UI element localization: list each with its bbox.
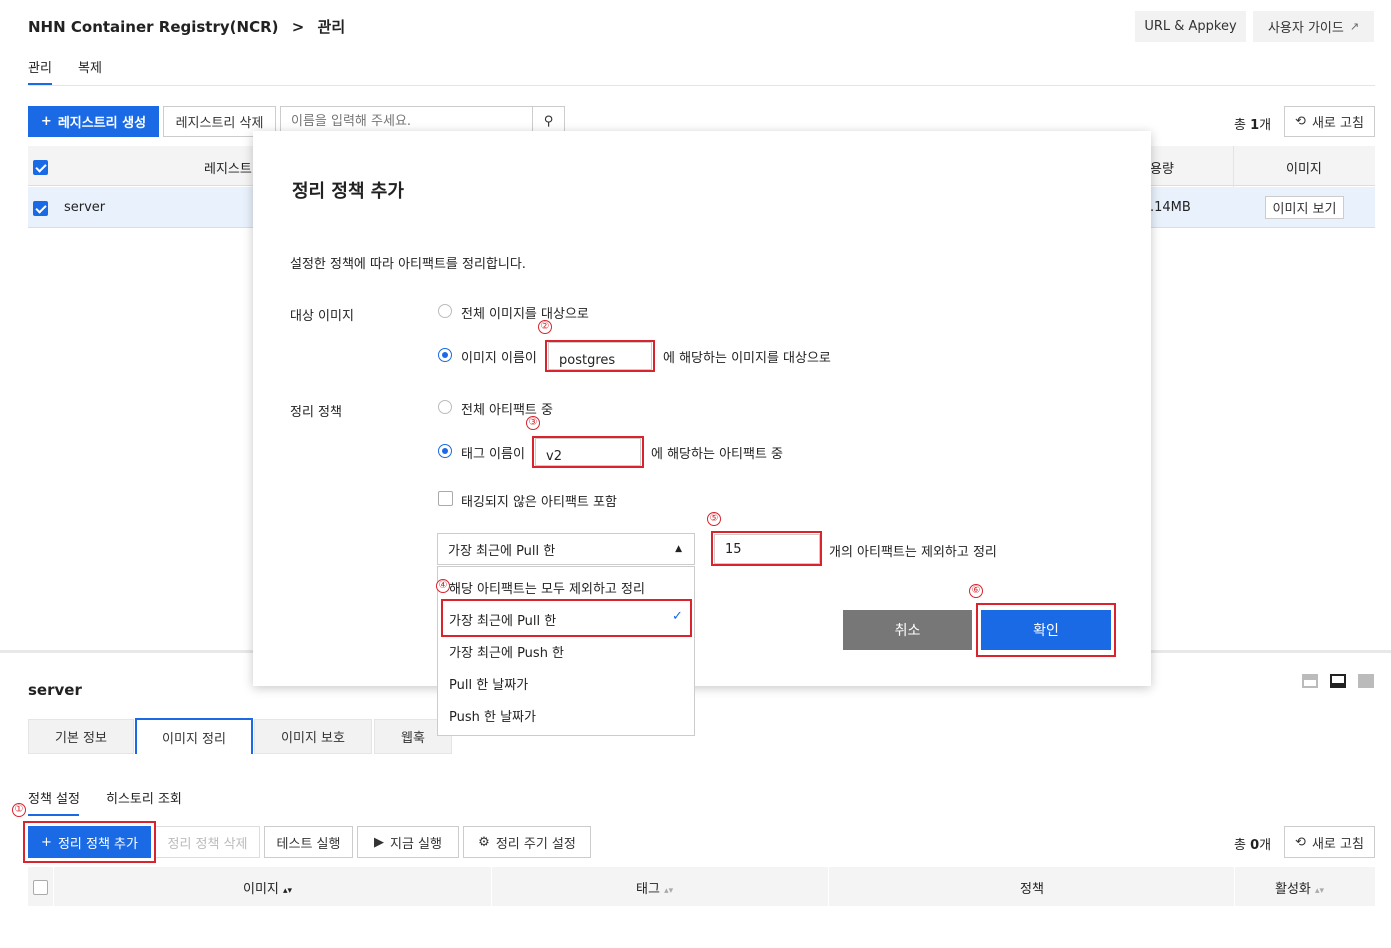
modal-description: 설정한 정책에 따라 아티팩트를 정리합니다. [290, 257, 526, 272]
target-all-label: 전체 이미지를 대상으로 [461, 307, 589, 322]
refresh-icon: ⟲ [1295, 834, 1306, 850]
url-appkey-button[interactable]: URL & Appkey [1135, 11, 1246, 42]
retention-select[interactable]: 가장 최근에 Pull 한 ▲ [437, 533, 695, 565]
annotation-3: ③ [526, 416, 540, 430]
tab-image-protect[interactable]: 이미지 보호 [254, 719, 372, 754]
delete-policy-button[interactable]: 정리 정책 삭제 [155, 826, 260, 858]
policy-all-label: 전체 아티팩트 중 [461, 403, 553, 418]
caret-up-icon: ▲ [675, 544, 682, 554]
layout-bottom-icon[interactable] [1302, 674, 1318, 688]
annotation-box-2 [545, 340, 655, 372]
create-registry-button[interactable]: + 레지스트리 생성 [28, 106, 159, 137]
retention-count-suffix: 개의 아티팩트는 제외하고 정리 [829, 545, 997, 560]
annotation-2: ② [538, 320, 552, 334]
row-checkbox[interactable] [33, 201, 48, 216]
external-link-icon: ↗ [1349, 20, 1360, 33]
dropdown-option[interactable]: 해당 아티팩트는 모두 제외하고 정리 [449, 578, 645, 597]
sort-icon: ▴▾ [1315, 886, 1325, 896]
annotation-box-1 [23, 821, 156, 863]
run-now-button[interactable]: ▶ 지금 실행 [357, 826, 459, 858]
select-all-checkbox[interactable] [33, 160, 48, 175]
sort-icon: ▴▾ [664, 886, 674, 896]
untagged-label: 태깅되지 않은 아티팩트 포함 [461, 495, 617, 510]
col-divider [828, 867, 829, 906]
col-divider [53, 867, 54, 906]
untagged-checkbox[interactable] [438, 491, 453, 506]
target-name-radio[interactable] [438, 348, 452, 362]
subtab-policy[interactable]: 정책 설정 [28, 788, 80, 807]
tab-image-cleanup[interactable]: 이미지 정리 [135, 718, 253, 754]
subtab-history[interactable]: 히스토리 조회 [106, 788, 182, 807]
breadcrumb-current: 관리 [317, 18, 346, 36]
tab-basic-info[interactable]: 기본 정보 [28, 719, 134, 754]
policy-tag-label: 태그 이름이 [461, 447, 525, 462]
target-name-label: 이미지 이름이 [461, 351, 537, 366]
row-size: .14MB [1150, 200, 1191, 215]
annotation-1: ① [12, 803, 26, 817]
annotation-box-5 [711, 531, 822, 566]
policy-select-all-checkbox[interactable] [33, 880, 48, 895]
test-run-button[interactable]: 테스트 실행 [264, 826, 353, 858]
tab-replicate[interactable]: 복제 [78, 57, 102, 76]
policy-all-radio[interactable] [438, 400, 452, 414]
policy-tag-radio[interactable] [438, 444, 452, 458]
view-images-button[interactable]: 이미지 보기 [1265, 196, 1344, 219]
annotation-box-4 [441, 599, 692, 637]
registry-total: 총 1개 [1234, 118, 1272, 133]
col-divider [1234, 867, 1235, 906]
header-policy-active[interactable]: 활성화 ▴▾ [1275, 878, 1324, 897]
refresh-button[interactable]: ⟲ 새로 고침 [1284, 106, 1375, 137]
row-registry-name: server [64, 200, 106, 215]
layout-half-icon[interactable] [1330, 674, 1346, 688]
col-divider [491, 867, 492, 906]
policy-label: 정리 정책 [290, 405, 342, 420]
gear-icon: ⚙ [478, 834, 490, 850]
annotation-box-6 [976, 603, 1116, 657]
sort-icon: ▴▾ [283, 886, 293, 896]
chevron-right-icon: > [291, 18, 305, 36]
header-size: 용량 [1150, 162, 1174, 177]
dropdown-option[interactable]: 가장 최근에 Push 한 [449, 642, 564, 661]
header-policy-image[interactable]: 이미지 ▴▾ [243, 878, 292, 897]
user-guide-button[interactable]: 사용자 가이드 ↗ [1253, 11, 1374, 42]
policy-total: 총 0개 [1234, 838, 1272, 853]
panel-title: server [28, 681, 82, 699]
dropdown-option[interactable]: Push 한 날짜가 [449, 706, 536, 725]
plus-icon: + [40, 114, 52, 129]
breadcrumb: NHN Container Registry(NCR) > 관리 [28, 16, 345, 37]
layout-full-icon[interactable] [1358, 674, 1374, 688]
target-name-suffix: 에 해당하는 이미지를 대상으로 [663, 351, 831, 366]
tab-manage[interactable]: 관리 [28, 57, 52, 76]
annotation-box-3 [532, 436, 644, 468]
breadcrumb-service[interactable]: NHN Container Registry(NCR) [28, 18, 278, 36]
target-all-radio[interactable] [438, 304, 452, 318]
header-registry-name: 레지스트 [204, 162, 252, 177]
target-image-label: 대상 이미지 [290, 309, 354, 324]
modal-title: 정리 정책 추가 [292, 181, 404, 202]
policy-tag-suffix: 에 해당하는 아티팩트 중 [651, 447, 783, 462]
header-policy-policy: 정책 [1020, 882, 1044, 897]
dropdown-option[interactable]: Pull 한 날짜가 [449, 674, 528, 693]
schedule-button[interactable]: ⚙ 정리 주기 설정 [463, 826, 591, 858]
policy-table-header [28, 867, 1375, 906]
header-policy-tag[interactable]: 태그 ▴▾ [636, 878, 673, 897]
divider [28, 85, 1375, 86]
search-icon: ⚲ [543, 114, 554, 129]
refresh-icon: ⟲ [1295, 114, 1306, 129]
subtab-underline [28, 814, 79, 816]
annotation-4: ④ [436, 579, 450, 593]
cancel-button[interactable]: 취소 [843, 610, 972, 650]
annotation-6: ⑥ [969, 584, 983, 598]
header-image: 이미지 [1286, 162, 1322, 177]
annotation-5: ⑤ [707, 512, 721, 526]
policy-refresh-button[interactable]: ⟲ 새로 고침 [1284, 826, 1375, 858]
play-icon: ▶ [374, 834, 384, 850]
